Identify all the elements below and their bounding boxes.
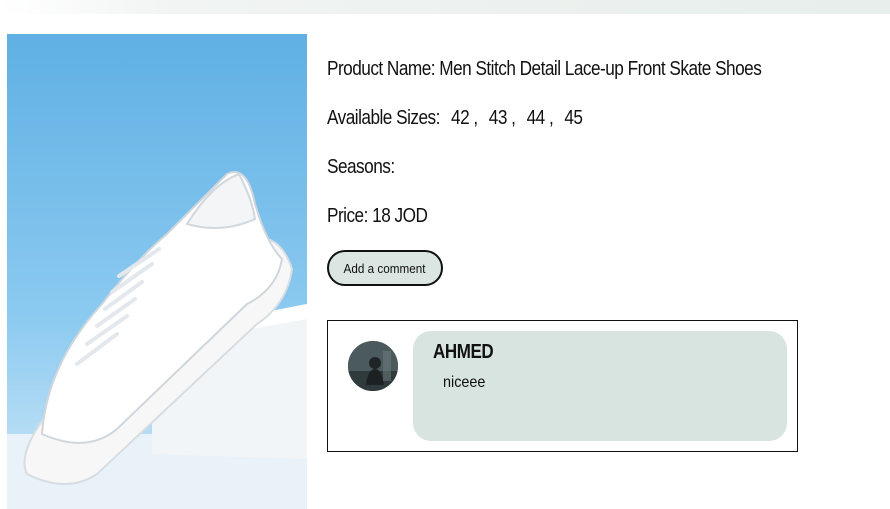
comment-card: AHMED niceee <box>327 320 798 452</box>
product-name-label: Product Name: <box>327 58 436 80</box>
size-option[interactable]: 43 , <box>489 107 516 129</box>
product-name: Men Stitch Detail Lace-up Front Skate Sh… <box>439 58 762 80</box>
add-comment-button[interactable]: Add a comment <box>327 250 443 286</box>
top-bar <box>0 0 890 14</box>
add-comment-label: Add a comment <box>344 260 426 276</box>
comment-bubble: AHMED niceee <box>413 331 787 441</box>
price-row: Price: 18 JOD <box>327 205 428 228</box>
price-value: 18 JOD <box>372 205 428 227</box>
product-name-row: Product Name: Men Stitch Detail Lace-up … <box>327 58 762 81</box>
size-option[interactable]: 44 , <box>527 107 554 129</box>
available-sizes-row: Available Sizes: 42 , 43 , 44 , 45 <box>327 107 583 130</box>
size-option[interactable]: 42 , <box>451 107 478 129</box>
comment-author: AHMED <box>433 341 494 363</box>
seasons-label: Seasons: <box>327 156 395 178</box>
sizes-label: Available Sizes: <box>327 107 440 129</box>
product-image <box>7 34 307 509</box>
comment-text: niceee <box>443 374 486 391</box>
seasons-row: Seasons: <box>327 156 395 179</box>
price-label: Price: <box>327 205 368 227</box>
size-option[interactable]: 45 <box>564 107 583 129</box>
avatar <box>348 341 398 391</box>
